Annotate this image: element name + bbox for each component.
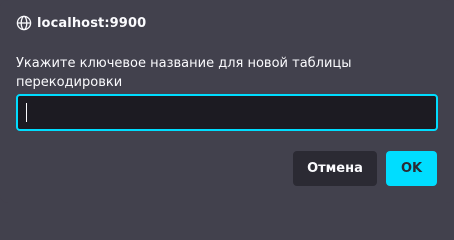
cancel-button[interactable]: Отмена: [293, 151, 377, 186]
encoding-name-input[interactable]: [16, 94, 438, 131]
prompt-dialog: localhost:9900 Укажите ключевое название…: [0, 0, 454, 203]
ok-button[interactable]: OK: [386, 151, 437, 186]
globe-icon: [16, 15, 32, 31]
text-caret: [26, 103, 27, 122]
dialog-header: localhost:9900: [16, 13, 146, 33]
dialog-message: Укажите ключевое название для новой табл…: [16, 56, 352, 90]
dialog-origin: localhost:9900: [37, 15, 147, 31]
